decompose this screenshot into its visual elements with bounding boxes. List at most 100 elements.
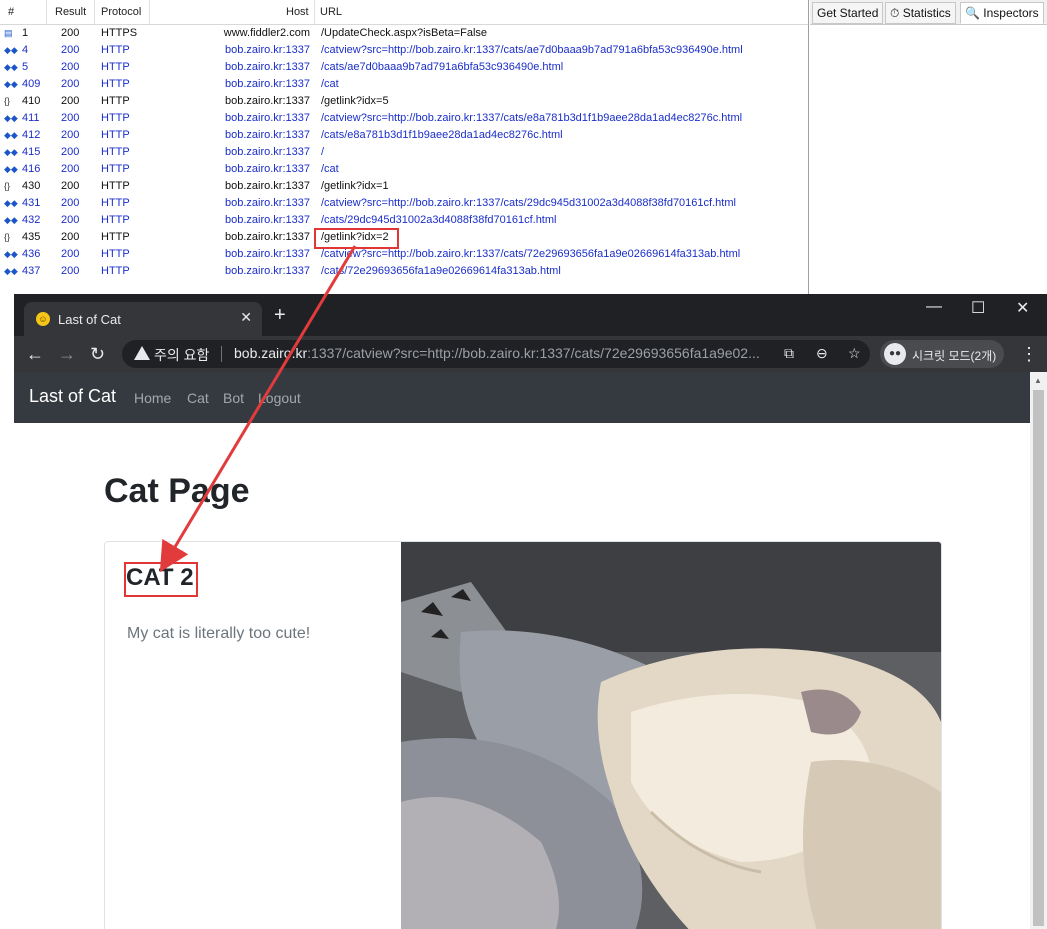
tab-get-started[interactable]: Get Started bbox=[812, 2, 884, 24]
scrollbar-thumb[interactable] bbox=[1033, 390, 1044, 926]
session-row[interactable]: ◆◆ 409 200 HTTP bob.zairo.kr:1337/cat bbox=[0, 76, 808, 93]
session-result: 200 bbox=[61, 180, 80, 192]
html-icon: ◆◆ bbox=[4, 45, 18, 55]
menu-kebab-icon[interactable]: ⋮ bbox=[1020, 344, 1038, 365]
session-result: 200 bbox=[61, 95, 80, 107]
session-id: 435 bbox=[22, 231, 41, 243]
session-id: 409 bbox=[22, 78, 41, 90]
session-url: /cats/29dc945d31002a3d4088f38fd70161cf.h… bbox=[321, 214, 557, 226]
column-header-protocol[interactable]: Protocol bbox=[101, 6, 141, 18]
session-id: 4 bbox=[22, 44, 29, 56]
session-row[interactable]: ◆◆ 416 200 HTTP bob.zairo.kr:1337/cat bbox=[0, 161, 808, 178]
nav-bot[interactable]: Bot bbox=[223, 390, 244, 406]
session-host: bob.zairo.kr:1337 bbox=[225, 180, 310, 192]
session-host: bob.zairo.kr:1337 bbox=[225, 163, 310, 175]
tab-statistics[interactable]: ⏱ Statistics bbox=[885, 2, 956, 24]
html-icon: ◆◆ bbox=[4, 249, 18, 259]
session-protocol: HTTP bbox=[101, 146, 130, 158]
translate-icon[interactable]: ⧉ bbox=[784, 345, 794, 362]
session-protocol: HTTP bbox=[101, 214, 130, 226]
session-protocol: HTTP bbox=[101, 197, 130, 209]
browser-tab-active[interactable]: ☺ Last of Cat ✕ bbox=[24, 302, 262, 336]
site-brand[interactable]: Last of Cat bbox=[29, 386, 116, 407]
session-row[interactable]: {} 430 200 HTTP bob.zairo.kr:1337/getlink?id… bbox=[0, 178, 808, 195]
session-result: 200 bbox=[61, 197, 80, 209]
forward-icon[interactable]: → bbox=[58, 344, 76, 364]
address-bar[interactable]: 주의 요함 bob.zairo.kr:1337/catview?src=http… bbox=[122, 340, 870, 368]
minimize-button[interactable]: — bbox=[926, 298, 942, 316]
session-result: 200 bbox=[61, 44, 80, 56]
new-tab-button[interactable]: + bbox=[274, 304, 286, 327]
session-row[interactable]: ◆◆ 436 200 HTTP bob.zairo.kr:1337/catview?sr… bbox=[0, 246, 808, 263]
nav-cat[interactable]: Cat bbox=[187, 390, 209, 406]
session-host: bob.zairo.kr:1337 bbox=[225, 265, 310, 277]
session-id: 5 bbox=[22, 61, 29, 73]
nav-logout[interactable]: Logout bbox=[258, 390, 301, 406]
bookmark-star-icon[interactable]: ☆ bbox=[848, 345, 861, 362]
zoom-icon[interactable]: ⊖ bbox=[816, 345, 828, 362]
browser-toolbar: ← → ↻ 주의 요함 bob.zairo.kr:1337/catview?sr… bbox=[14, 336, 1047, 372]
session-result: 200 bbox=[61, 248, 80, 260]
reload-icon[interactable]: ↻ bbox=[90, 344, 105, 364]
session-row[interactable]: ◆◆ 432 200 HTTP bob.zairo.kr:1337/cats/29dc9… bbox=[0, 212, 808, 229]
session-row[interactable]: ▤ 1 200 HTTPS www.fiddler2.com/UpdateCheck.a… bbox=[0, 25, 808, 42]
session-protocol: HTTP bbox=[101, 129, 130, 141]
column-header-number[interactable]: # bbox=[8, 6, 14, 18]
document-icon: ▤ bbox=[4, 28, 13, 38]
nav-home[interactable]: Home bbox=[134, 390, 171, 406]
session-id: 430 bbox=[22, 180, 41, 192]
incognito-badge[interactable]: ●● 시크릿 모드(2개) bbox=[880, 340, 1004, 368]
session-row[interactable]: ◆◆ 4 200 HTTP bob.zairo.kr:1337/catview?src=… bbox=[0, 42, 808, 59]
tab-close-icon[interactable]: ✕ bbox=[240, 309, 252, 326]
close-window-button[interactable]: ✕ bbox=[1016, 298, 1029, 318]
back-icon[interactable]: ← bbox=[26, 344, 44, 364]
fiddler-inspector-pane bbox=[810, 25, 1047, 295]
session-row[interactable]: ◆◆ 431 200 HTTP bob.zairo.kr:1337/catview?sr… bbox=[0, 195, 808, 212]
column-header-url[interactable]: URL bbox=[320, 6, 342, 18]
session-row[interactable]: {} 410 200 HTTP bob.zairo.kr:1337/getlink?id… bbox=[0, 93, 808, 110]
session-row[interactable]: ◆◆ 415 200 HTTP bob.zairo.kr:1337 / bbox=[0, 144, 808, 161]
fiddler-session-list: # Result Protocol Host URL ▤ 1 200 HTTPS www… bbox=[0, 0, 809, 300]
session-id: 436 bbox=[22, 248, 41, 260]
column-header-host[interactable]: Host bbox=[286, 6, 309, 18]
cat-photo bbox=[401, 542, 941, 929]
incognito-icon: ●● bbox=[884, 343, 906, 365]
column-header-result[interactable]: Result bbox=[55, 6, 86, 18]
html-icon: ◆◆ bbox=[4, 266, 18, 276]
session-row[interactable]: ◆◆ 411 200 HTTP bob.zairo.kr:1337/catview?sr… bbox=[0, 110, 808, 127]
session-host: bob.zairo.kr:1337 bbox=[225, 78, 310, 90]
session-row[interactable]: ◆◆ 437 200 HTTP bob.zairo.kr:1337/cats/72e29… bbox=[0, 263, 808, 280]
page-viewport: Last of Cat Home Cat Bot Logout Cat Page… bbox=[14, 372, 1030, 929]
browser-tab-title: Last of Cat bbox=[58, 312, 121, 327]
page-title: Cat Page bbox=[104, 472, 250, 510]
url-text: bob.zairo.kr:1337/catview?src=http://bob… bbox=[234, 345, 760, 361]
inspector-icon: 🔍 bbox=[965, 6, 980, 20]
session-row[interactable]: ◆◆ 412 200 HTTP bob.zairo.kr:1337/cats/e8a78… bbox=[0, 127, 808, 144]
maximize-button[interactable]: ☐ bbox=[971, 298, 985, 318]
session-row[interactable]: {} 435 200 HTTP bob.zairo.kr:1337/getlink?id… bbox=[0, 229, 808, 246]
session-row[interactable]: ◆◆ 5 200 HTTP bob.zairo.kr:1337/cats/ae7d0ba… bbox=[0, 59, 808, 76]
html-icon: ◆◆ bbox=[4, 147, 18, 157]
json-icon: {} bbox=[4, 181, 11, 191]
session-protocol: HTTP bbox=[101, 248, 130, 260]
session-result: 200 bbox=[61, 27, 80, 39]
session-host: bob.zairo.kr:1337 bbox=[225, 214, 310, 226]
html-icon: ◆◆ bbox=[4, 215, 18, 225]
session-url: /cats/ae7d0baaa9b7ad791a6bfa53c936490e.h… bbox=[321, 61, 564, 73]
session-result: 200 bbox=[61, 61, 80, 73]
session-id: 411 bbox=[22, 112, 40, 124]
session-protocol: HTTP bbox=[101, 44, 130, 56]
tab-inspectors[interactable]: 🔍 Inspectors bbox=[960, 2, 1044, 24]
smiley-favicon-icon: ☺ bbox=[36, 312, 50, 326]
session-host: bob.zairo.kr:1337 bbox=[225, 248, 310, 260]
session-id: 431 bbox=[22, 197, 41, 209]
session-url: /cats/72e29693656fa1a9e02669614fa313ab.h… bbox=[321, 265, 561, 277]
page-scrollbar[interactable]: ▲ bbox=[1030, 372, 1047, 929]
security-status-label[interactable]: 주의 요함 bbox=[154, 345, 209, 365]
html-icon: ◆◆ bbox=[4, 198, 18, 208]
session-protocol: HTTP bbox=[101, 265, 130, 277]
html-icon: ◆◆ bbox=[4, 130, 18, 140]
scroll-up-icon[interactable]: ▲ bbox=[1034, 376, 1042, 385]
session-list-header: # Result Protocol Host URL bbox=[0, 0, 808, 25]
session-result: 200 bbox=[61, 214, 80, 226]
